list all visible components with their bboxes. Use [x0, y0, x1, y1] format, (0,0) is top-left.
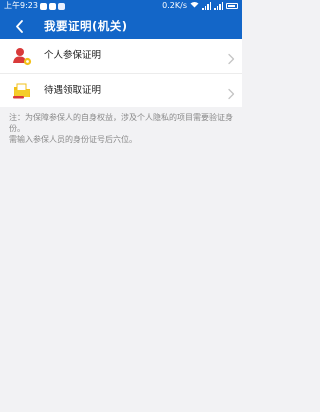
note-line: 需输入参保人员的身份证号后六位。 [9, 135, 137, 144]
page-title: 我要证明(机关) [44, 19, 128, 33]
notification-icon [48, 2, 56, 10]
app-header: 上午9:23 0.2K/s 我要证明(机关) [0, 0, 242, 39]
status-right: 0.2K/s [162, 0, 238, 12]
menu-item-label: 个人参保证明 [44, 50, 102, 61]
menu-list: 个人参保证明 待遇领取证明 [0, 39, 242, 107]
note-line: 注：为保障参保人的自身权益，涉及个人隐私的项目需要验证身份。 [9, 113, 233, 133]
menu-item-benefit-collection-proof[interactable]: 待遇领取证明 [0, 73, 242, 107]
back-button[interactable] [10, 17, 28, 35]
status-time: 上午9:23 [4, 1, 38, 10]
battery-icon [226, 3, 238, 9]
network-speed: 0.2K/s [162, 1, 187, 10]
chevron-right-icon [226, 85, 236, 100]
menu-item-label: 待遇领取证明 [44, 85, 102, 96]
wifi-icon [190, 0, 199, 12]
status-bar: 上午9:23 0.2K/s [0, 0, 242, 12]
chevron-left-icon [15, 19, 23, 33]
notification-icon [57, 2, 65, 10]
chevron-right-icon [226, 50, 236, 65]
title-bar: 我要证明(机关) [0, 15, 242, 39]
document-folder-icon [12, 81, 32, 101]
signal-icon [202, 2, 211, 10]
status-left: 上午9:23 [4, 0, 65, 12]
person-badge-icon [12, 46, 32, 66]
menu-item-personal-insurance-proof[interactable]: 个人参保证明 [0, 39, 242, 73]
signal-icon [214, 2, 223, 10]
privacy-note: 注：为保障参保人的自身权益，涉及个人隐私的项目需要验证身份。 需输入参保人员的身… [9, 112, 237, 145]
notification-icon [39, 2, 47, 10]
